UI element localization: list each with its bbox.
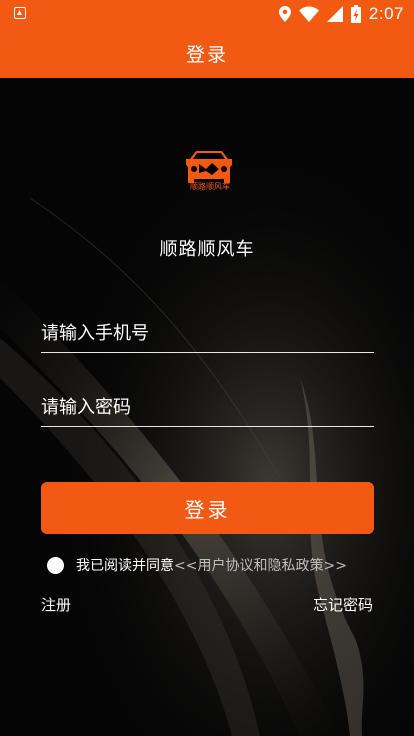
app-name: 顺路顺风车 bbox=[159, 239, 255, 260]
password-field bbox=[41, 384, 374, 427]
status-time: 2:07 bbox=[368, 4, 404, 23]
password-input[interactable] bbox=[41, 397, 374, 418]
status-bar: 2:07 bbox=[0, 0, 414, 28]
page-title: 登录 bbox=[185, 43, 228, 66]
agreement-row: 我已阅读并同意 <<用户协议和隐私政策>> bbox=[47, 555, 347, 575]
agreement-link[interactable]: <<用户协议和隐私政策>> bbox=[174, 555, 347, 575]
notification-app-icon bbox=[14, 7, 26, 19]
register-link[interactable]: 注册 bbox=[41, 594, 71, 615]
agreement-text: 我已阅读并同意 bbox=[76, 558, 174, 574]
app-bar: 登录 bbox=[0, 28, 414, 78]
phone-input[interactable] bbox=[41, 323, 374, 344]
login-screen: 顺路顺风车 顺路顺风车 登录 我已阅读并同意 <<用户协议和隐私政策>> 注册 … bbox=[0, 78, 414, 736]
signal-icon bbox=[326, 6, 343, 22]
battery-charging-icon bbox=[350, 5, 361, 23]
phone-field bbox=[41, 310, 374, 353]
status-icons: 2:07 bbox=[278, 4, 404, 24]
wifi-icon bbox=[298, 6, 319, 22]
login-button[interactable]: 登录 bbox=[41, 482, 374, 534]
agreement-radio[interactable] bbox=[47, 556, 64, 574]
logo-text: 顺路顺风车 bbox=[190, 182, 230, 191]
location-icon bbox=[278, 6, 291, 22]
forgot-password-link[interactable]: 忘记密码 bbox=[313, 594, 373, 615]
